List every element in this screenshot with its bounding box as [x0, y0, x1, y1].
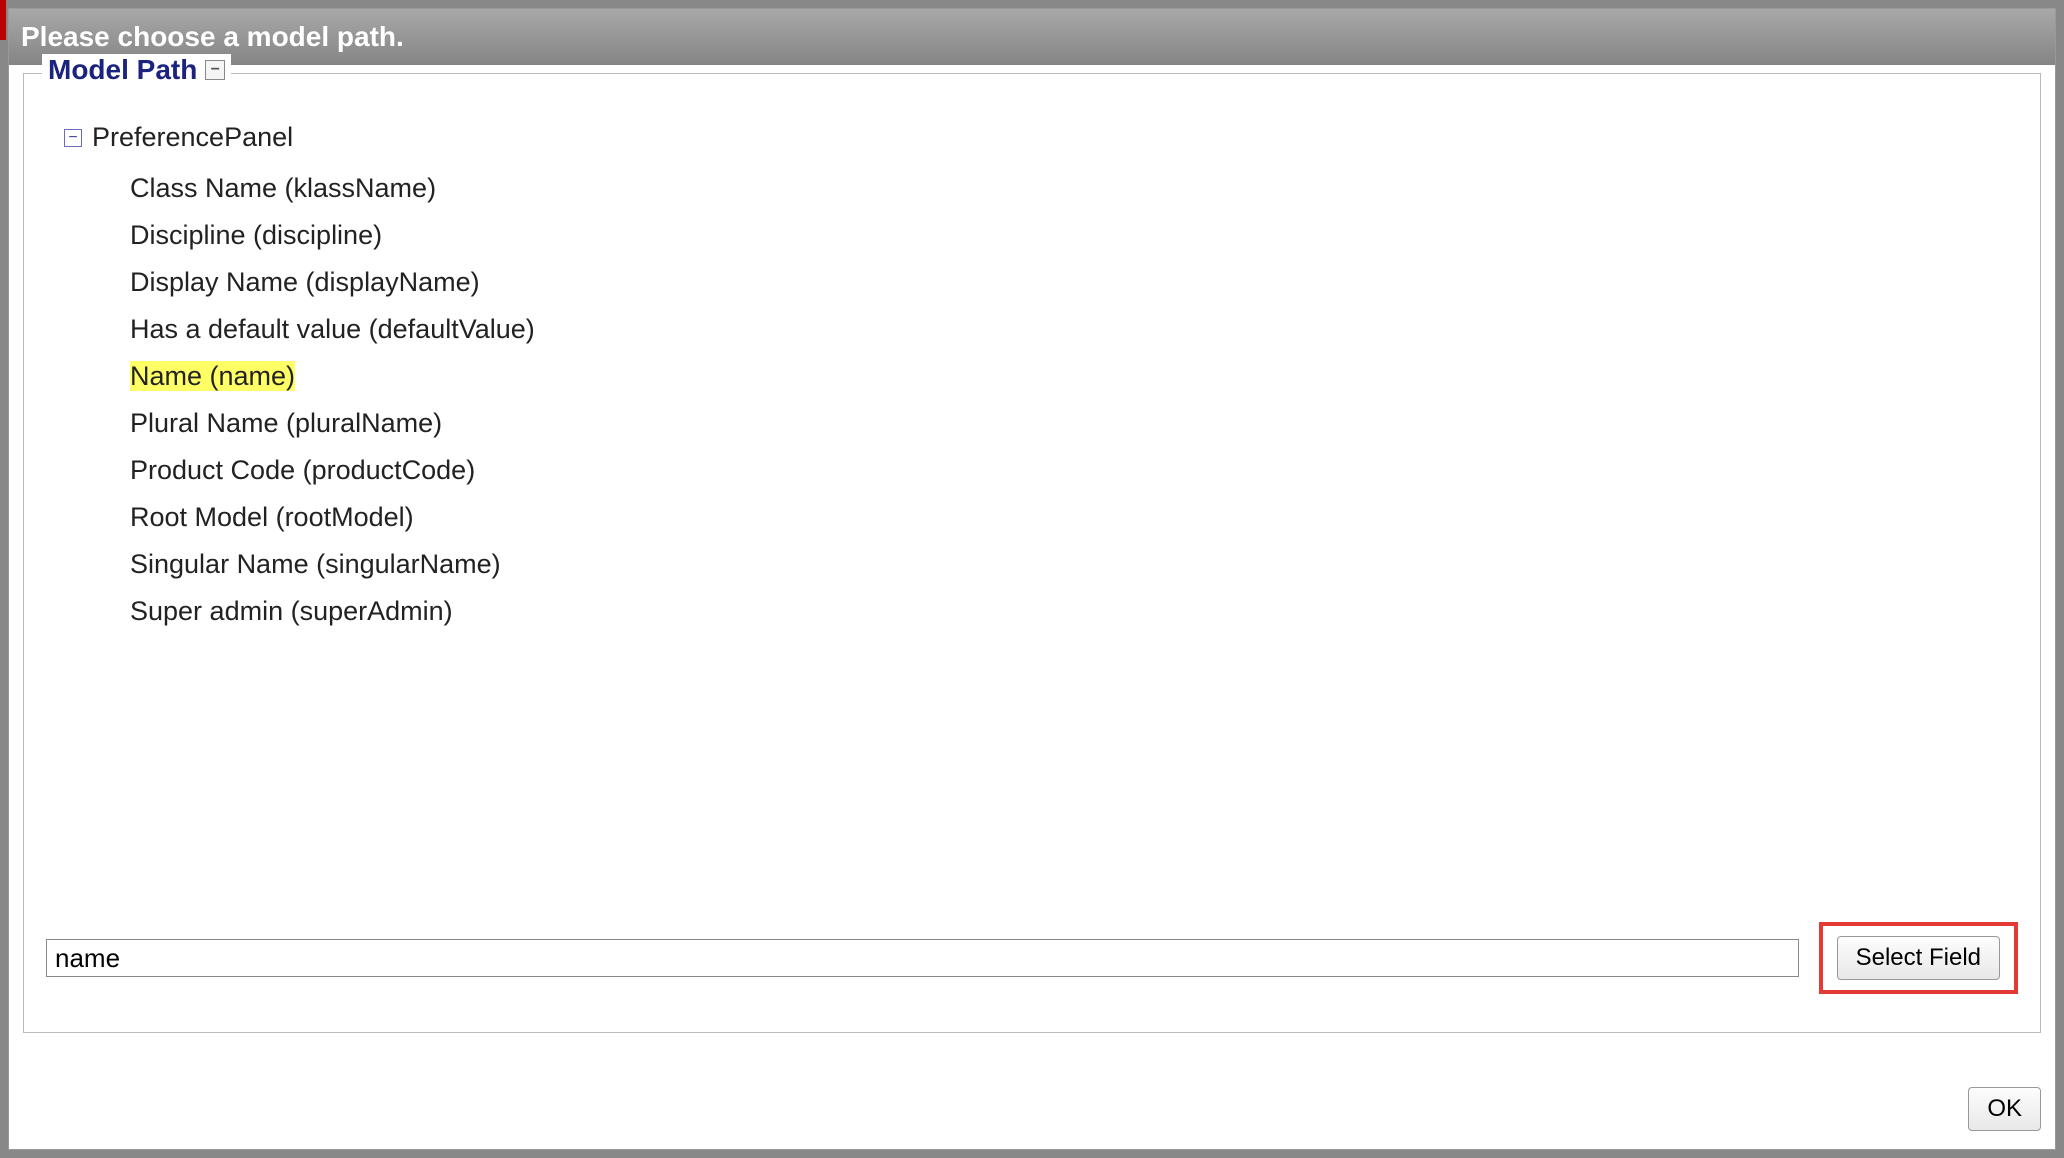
left-edge-marker	[0, 0, 6, 40]
tree-item-label: Super admin (superAdmin)	[130, 596, 453, 626]
tree-item[interactable]: Display Name (displayName)	[130, 259, 2020, 306]
model-path-tree: − PreferencePanel Class Name (klassName)…	[64, 122, 2020, 635]
tree-item-label: Product Code (productCode)	[130, 455, 475, 485]
tree-item[interactable]: Name (name)	[130, 353, 2020, 400]
tree-item[interactable]: Root Model (rootModel)	[130, 494, 2020, 541]
fieldset-label: Model Path	[48, 54, 197, 86]
tree-item-label: Singular Name (singularName)	[130, 549, 501, 579]
tree-item-label: Root Model (rootModel)	[130, 502, 414, 532]
tree-item[interactable]: Has a default value (defaultValue)	[130, 306, 2020, 353]
model-path-fieldset: Model Path − − PreferencePanel Class Nam…	[23, 73, 2041, 1033]
tree-root-label: PreferencePanel	[92, 122, 293, 153]
tree-item-label: Name (name)	[130, 361, 295, 391]
tree-children: Class Name (klassName) Discipline (discip…	[130, 165, 2020, 635]
select-field-highlight: Select Field	[1819, 922, 2018, 994]
tree-item[interactable]: Class Name (klassName)	[130, 165, 2020, 212]
tree-item[interactable]: Plural Name (pluralName)	[130, 400, 2020, 447]
minus-icon[interactable]: −	[205, 60, 225, 80]
collapse-icon[interactable]: −	[64, 129, 82, 147]
dialog-titlebar: Please choose a model path.	[9, 9, 2055, 65]
ok-area: OK	[1968, 1087, 2041, 1131]
tree-item-label: Class Name (klassName)	[130, 173, 436, 203]
tree-item[interactable]: Discipline (discipline)	[130, 212, 2020, 259]
tree-item-label: Plural Name (pluralName)	[130, 408, 442, 438]
dialog-title: Please choose a model path.	[21, 21, 404, 53]
tree-item-label: Display Name (displayName)	[130, 267, 480, 297]
bottom-row: Select Field	[46, 922, 2018, 994]
fieldset-legend: Model Path −	[42, 54, 231, 86]
tree-item-label: Discipline (discipline)	[130, 220, 382, 250]
tree-item[interactable]: Singular Name (singularName)	[130, 541, 2020, 588]
path-input[interactable]	[46, 939, 1799, 977]
tree-item[interactable]: Product Code (productCode)	[130, 447, 2020, 494]
dialog-content: Model Path − − PreferencePanel Class Nam…	[9, 65, 2055, 1149]
model-path-dialog: Please choose a model path. Model Path −…	[8, 8, 2056, 1150]
select-field-button[interactable]: Select Field	[1837, 936, 2000, 980]
tree-item-label: Has a default value (defaultValue)	[130, 314, 535, 344]
ok-button[interactable]: OK	[1968, 1087, 2041, 1131]
tree-root-row[interactable]: − PreferencePanel	[64, 122, 2020, 153]
tree-item[interactable]: Super admin (superAdmin)	[130, 588, 2020, 635]
